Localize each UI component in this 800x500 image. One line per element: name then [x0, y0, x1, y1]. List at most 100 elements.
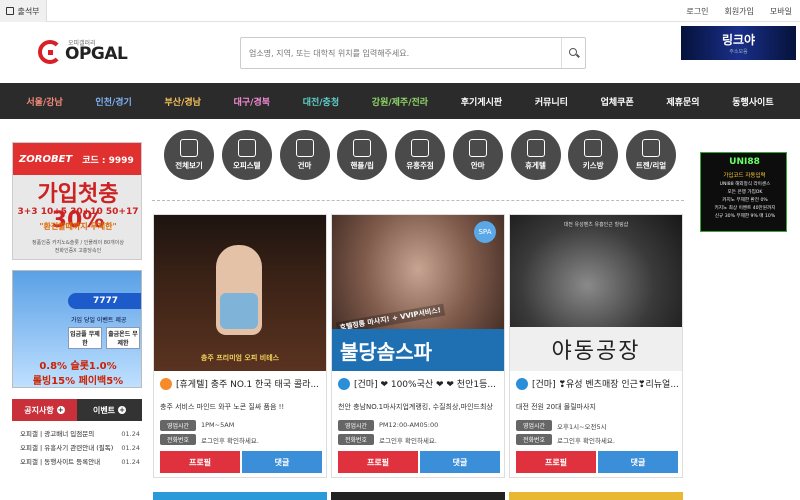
- nav-item-incheon[interactable]: 인천/경기: [95, 95, 131, 108]
- nav-item-seoul[interactable]: 서울/강남: [26, 95, 62, 108]
- logo-text: OPGAL: [65, 44, 128, 64]
- ad2-boxes: 입금플 무제한 출금온드 무제한: [68, 327, 140, 349]
- profile-button[interactable]: 프로필: [516, 451, 596, 473]
- search-icon: [568, 48, 579, 58]
- search-bar: [240, 37, 586, 69]
- card-title[interactable]: [건마] ❣유성 벤츠매장 인근❣리뉴얼...: [516, 377, 680, 390]
- category-anma[interactable]: 안마: [452, 130, 503, 180]
- shop-card[interactable]: 대전 유성벤츠 유흥인근 힐링샵 야동공장 [건마] ❣유성 벤츠매장 인근❣리…: [509, 214, 683, 478]
- left-ad-banner-1[interactable]: ZOROBET 코드 : 9999 가입첫충 30% 3+3 10+5 30+1…: [12, 142, 142, 260]
- phone-label: 전화번호: [160, 434, 196, 445]
- search-button[interactable]: [561, 38, 585, 68]
- next-card-peek[interactable]: [153, 492, 327, 500]
- ad2-line-2: 롤빙15% 페이백5%: [32, 376, 124, 387]
- home-icon: [180, 139, 198, 157]
- shop-card[interactable]: SPA 호텔정통 마사지! + VVIP서비스! 불당솜스파 [건마] ❤ 10…: [331, 214, 505, 478]
- category-gunma[interactable]: 건마: [279, 130, 330, 180]
- list-item[interactable]: 오피갤 | 유흥사기 관련안내 (필독) 01.24: [20, 441, 140, 455]
- category-all[interactable]: 전체보기: [164, 130, 214, 180]
- shop-photo[interactable]: 대전 유성벤츠 유흥인근 힐링샵 야동공장: [510, 215, 682, 371]
- nav-item-sites[interactable]: 동행사이트: [732, 95, 773, 108]
- right-banner-line: UNI88 해외정식 라이센스: [719, 182, 771, 187]
- attendance-button[interactable]: 출석부: [0, 0, 47, 22]
- notice-title: 오피갤 | 유흥사기 관련안내 (필독): [20, 444, 114, 452]
- notice-panel: 공지사항 + 이벤트 + 오피갤 | 광고배너 입점문의 01.24 오피갤 |…: [12, 399, 142, 489]
- ad2-pill: 7777: [68, 293, 141, 309]
- profile-button[interactable]: 프로필: [160, 451, 240, 473]
- shop-card[interactable]: 충주 프리미엄 오피 비테스 [휴게텔] 충주 NO.1 한국 태국 콜라...…: [153, 214, 327, 478]
- nav-item-gangwon[interactable]: 강원/제주/전라: [372, 95, 428, 108]
- ad1-rates: 3+3 10+5 30+10 50+17: [17, 207, 139, 217]
- top-bar: 출석부 로그인 회원가입 모바일: [0, 0, 800, 22]
- card-title-text: [휴게텔] 충주 NO.1 한국 태국 콜라...: [176, 380, 320, 390]
- left-ad-banner-2[interactable]: 7777 가입 당일 이벤트 제공 입금플 무제한 출금온드 무제한 0.8% …: [12, 270, 142, 388]
- tab-notice[interactable]: 공지사항 +: [12, 399, 77, 421]
- ad1-header: ZOROBET 코드 : 9999: [13, 143, 141, 175]
- notice-tabs: 공지사항 + 이벤트 +: [12, 399, 142, 421]
- plus-icon: +: [56, 406, 65, 414]
- hours-label: 영업시간: [516, 420, 552, 431]
- comment-button[interactable]: 댓글: [242, 451, 322, 473]
- category-label: 전체보기: [175, 161, 203, 170]
- category-bar-pub[interactable]: 유흥주점: [395, 130, 445, 180]
- lips-icon: [584, 139, 603, 157]
- ad1-foot: 정품인증 카지노&슬롯 / 인플레이 80개이상 전화인증X 고충당속인: [13, 239, 141, 255]
- category-label: 트젠/리얼: [635, 161, 667, 170]
- login-link[interactable]: 로그인: [686, 6, 708, 17]
- signup-link[interactable]: 회원가입: [724, 6, 753, 17]
- plus-icon: +: [118, 406, 127, 414]
- shop-photo[interactable]: 충주 프리미엄 오피 비테스: [154, 215, 326, 371]
- phone-value: 로그인후 확인하세요.: [557, 437, 615, 445]
- ad1-code: 코드 : 9999: [82, 155, 134, 166]
- next-card-peek[interactable]: [331, 492, 505, 500]
- list-item[interactable]: 오피갤 | 광고배너 입점문의 01.24: [20, 427, 140, 441]
- hours-label: 영업시간: [338, 420, 374, 431]
- card-title[interactable]: [건마] ❤ 100%국산 ❤ ❤ 천안1등...: [338, 377, 502, 390]
- category-label: 유흥주점: [406, 161, 434, 170]
- attendance-label: 출석부: [17, 6, 40, 16]
- photo-banner: 불당솜스파: [332, 329, 504, 371]
- phone-value: 로그인후 확인하세요.: [201, 437, 259, 445]
- comment-button[interactable]: 댓글: [420, 451, 500, 473]
- right-ad-banner[interactable]: UNI88 가입코드 자동입력 UNI88 해외정식 라이센스 모든 은행 가입…: [700, 152, 787, 232]
- card-title[interactable]: [휴게텔] 충주 NO.1 한국 태국 콜라...: [160, 377, 324, 390]
- top-banner-subtitle: 주소모음: [729, 49, 748, 55]
- search-input[interactable]: [241, 38, 561, 68]
- nav-item-partnership[interactable]: 제휴문의: [666, 95, 699, 108]
- category-kissbang[interactable]: 키스방: [568, 130, 619, 180]
- category-officetel[interactable]: 오피스텔: [221, 130, 272, 180]
- ad2-box-2: 출금온드 무제한: [106, 327, 140, 349]
- phone-label: 전화번호: [338, 434, 374, 445]
- calendar-icon: [6, 7, 15, 15]
- category-label: 건마: [297, 161, 312, 170]
- right-banner-code: 가입코드 자동입력: [723, 173, 766, 179]
- site-logo[interactable]: 오피갤러리 OPGAL: [38, 38, 128, 72]
- profile-button[interactable]: 프로필: [338, 451, 418, 473]
- category-bar: 전체보기 오피스텔 건마 핸플/립 유흥주점 안마 휴게텔 키스방 트젠/리얼: [160, 130, 680, 186]
- category-hugetel[interactable]: 휴게텔: [510, 130, 561, 180]
- photo-banner-text: 야동공장: [551, 339, 641, 364]
- nav-item-reviews[interactable]: 후기게시판: [461, 95, 502, 108]
- category-trans[interactable]: 트젠/리얼: [626, 130, 676, 180]
- category-label: 안마: [470, 161, 485, 170]
- ad2-line-1: 0.8% 슬롯1.0%: [39, 361, 117, 372]
- category-handple[interactable]: 핸플/립: [337, 130, 388, 180]
- top-ad-banner[interactable]: 링크야 주소모음: [681, 26, 796, 60]
- tab-event[interactable]: 이벤트 +: [77, 399, 142, 421]
- right-banner-line: 신규 30% 무제한 9% 매 10%: [714, 214, 776, 219]
- nav-item-daegu[interactable]: 대구/경북: [234, 95, 270, 108]
- nav-item-coupons[interactable]: 업체쿠폰: [601, 95, 634, 108]
- tower-icon: [526, 139, 545, 157]
- nav-item-daejeon[interactable]: 대전/충청: [303, 95, 339, 108]
- list-item[interactable]: 오피갤 | 동행사이트 등록안내 01.24: [20, 455, 140, 469]
- shop-photo[interactable]: SPA 호텔정통 마사지! + VVIP서비스! 불당솜스파: [332, 215, 504, 371]
- next-card-peek[interactable]: [509, 492, 683, 500]
- nav-item-busan[interactable]: 부산/경남: [165, 95, 201, 108]
- phone-value: 로그인후 확인하세요.: [379, 437, 437, 445]
- nav-item-community[interactable]: 커뮤니티: [535, 95, 568, 108]
- mobile-link[interactable]: 모바일: [770, 6, 792, 17]
- right-banner-title: UNI88: [729, 157, 760, 167]
- photo-banner-text: 불당솜스파: [340, 339, 432, 364]
- category-label: 핸플/립: [350, 161, 374, 170]
- comment-button[interactable]: 댓글: [598, 451, 678, 473]
